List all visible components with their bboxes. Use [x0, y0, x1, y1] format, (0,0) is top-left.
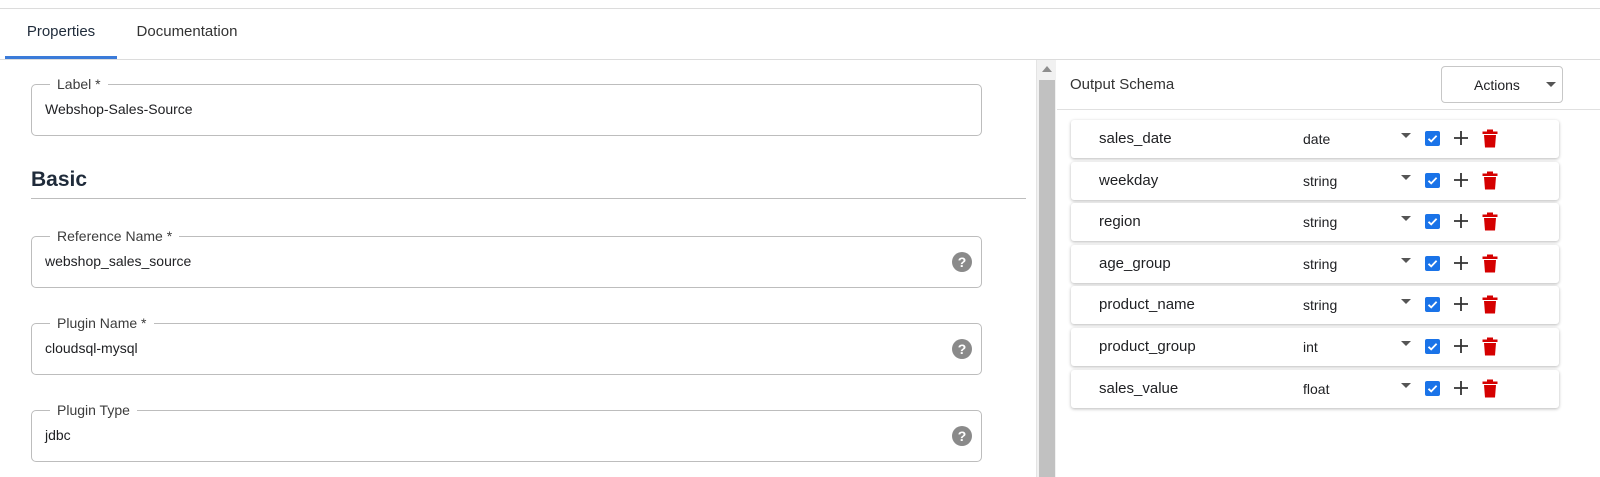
trash-icon[interactable] [1482, 212, 1498, 231]
field-type-select[interactable]: float [1303, 381, 1329, 397]
section-divider [31, 198, 1026, 199]
field-name[interactable]: sales_date [1099, 130, 1172, 147]
reference-name-value[interactable]: webshop_sales_source [45, 252, 191, 270]
caret-down-icon[interactable] [1401, 258, 1411, 263]
plugin-name-value[interactable]: cloudsql-mysql [45, 339, 138, 357]
field-name[interactable]: product_name [1099, 296, 1195, 313]
help-circle-icon[interactable]: ? [952, 339, 972, 359]
nullable-checkbox[interactable] [1425, 256, 1440, 271]
checkmark-icon [1427, 177, 1438, 185]
field-type-select[interactable]: string [1303, 297, 1337, 313]
plus-icon[interactable] [1451, 170, 1471, 190]
nullable-checkbox[interactable] [1425, 297, 1440, 312]
caret-down-icon[interactable] [1401, 341, 1411, 346]
reference-name-field[interactable]: Reference Name * webshop_sales_source ? [31, 228, 982, 288]
schema-row: product_name string [1071, 286, 1559, 324]
field-name[interactable]: product_group [1099, 338, 1196, 355]
schema-row: region string [1071, 203, 1559, 241]
nullable-checkbox[interactable] [1425, 173, 1440, 188]
tab-documentation[interactable]: Documentation [121, 9, 253, 59]
plus-icon[interactable] [1451, 128, 1471, 148]
field-type-select[interactable]: string [1303, 256, 1337, 272]
checkmark-icon [1427, 260, 1438, 268]
schema-row: weekday string [1071, 162, 1559, 200]
tab-properties[interactable]: Properties [5, 9, 117, 59]
checkmark-icon [1427, 343, 1438, 351]
trash-icon[interactable] [1482, 129, 1498, 148]
plus-icon[interactable] [1451, 378, 1471, 398]
schema-row: sales_value float [1071, 370, 1559, 408]
reference-name-legend: Reference Name * [50, 228, 180, 244]
plugin-type-field[interactable]: Plugin Type jdbc ? [31, 402, 982, 462]
plugin-type-legend: Plugin Type [50, 402, 137, 418]
actions-dropdown-button[interactable]: Actions [1441, 66, 1563, 103]
field-name[interactable]: sales_value [1099, 380, 1178, 397]
trash-icon[interactable] [1482, 379, 1498, 398]
field-type-select[interactable]: int [1303, 339, 1318, 355]
help-circle-icon[interactable]: ? [952, 426, 972, 446]
checkmark-icon [1427, 218, 1438, 226]
help-circle-icon[interactable]: ? [952, 252, 972, 272]
checkmark-icon [1427, 135, 1438, 143]
output-schema-header: Output Schema Actions [1057, 60, 1600, 110]
schema-row: age_group string [1071, 245, 1559, 283]
caret-down-icon[interactable] [1401, 133, 1411, 138]
active-tab-indicator [5, 56, 117, 59]
tab-bar: Properties Documentation [0, 9, 1600, 60]
trash-icon[interactable] [1482, 295, 1498, 314]
checkmark-icon [1427, 301, 1438, 309]
plus-icon[interactable] [1451, 336, 1471, 356]
schema-row: sales_date date [1071, 120, 1559, 158]
trash-icon[interactable] [1482, 337, 1498, 356]
field-name[interactable]: region [1099, 213, 1141, 230]
properties-pane: Label * Webshop-Sales-Source Basic Refer… [0, 60, 1036, 477]
plugin-type-value[interactable]: jdbc [45, 426, 71, 444]
nullable-checkbox[interactable] [1425, 339, 1440, 354]
trash-icon[interactable] [1482, 171, 1498, 190]
caret-down-icon[interactable] [1401, 216, 1411, 221]
plugin-name-legend: Plugin Name * [50, 315, 154, 331]
field-type-select[interactable]: string [1303, 173, 1337, 189]
plugin-name-field[interactable]: Plugin Name * cloudsql-mysql ? [31, 315, 982, 375]
field-type-select[interactable]: date [1303, 131, 1330, 147]
caret-down-icon[interactable] [1401, 175, 1411, 180]
schema-row: product_group int [1071, 328, 1559, 366]
trash-icon[interactable] [1482, 254, 1498, 273]
output-schema-title: Output Schema [1070, 76, 1175, 93]
nullable-checkbox[interactable] [1425, 214, 1440, 229]
output-schema-panel: Output Schema Actions sales_date date week… [1057, 60, 1600, 477]
plus-icon[interactable] [1451, 253, 1471, 273]
field-name[interactable]: age_group [1099, 255, 1171, 272]
label-field-value[interactable]: Webshop-Sales-Source [45, 100, 193, 118]
scroll-up-arrow-icon[interactable] [1042, 66, 1052, 72]
caret-down-icon [1546, 82, 1556, 87]
label-field[interactable]: Label * Webshop-Sales-Source [31, 76, 982, 136]
actions-label: Actions [1474, 77, 1520, 93]
label-field-legend: Label * [50, 76, 108, 92]
scrollbar-thumb[interactable] [1039, 80, 1055, 477]
vertical-scrollbar[interactable] [1036, 60, 1056, 477]
caret-down-icon[interactable] [1401, 299, 1411, 304]
field-type-select[interactable]: string [1303, 214, 1337, 230]
caret-down-icon[interactable] [1401, 383, 1411, 388]
plus-icon[interactable] [1451, 211, 1471, 231]
nullable-checkbox[interactable] [1425, 381, 1440, 396]
checkmark-icon [1427, 385, 1438, 393]
section-title-basic: Basic [31, 168, 88, 191]
field-name[interactable]: weekday [1099, 172, 1158, 189]
nullable-checkbox[interactable] [1425, 131, 1440, 146]
plus-icon[interactable] [1451, 294, 1471, 314]
